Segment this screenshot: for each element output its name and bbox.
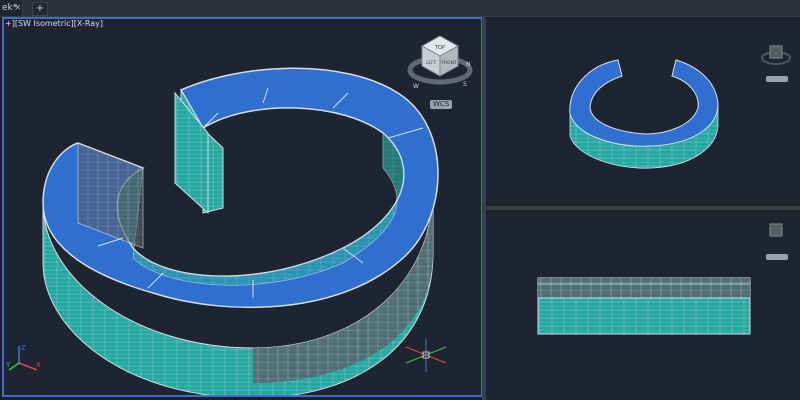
- viewcube-mini[interactable]: [761, 45, 791, 65]
- close-icon[interactable]: ×: [14, 0, 22, 16]
- compass-south[interactable]: S: [463, 81, 467, 88]
- viewcube-top-face[interactable]: TOP: [434, 45, 445, 51]
- ucs-menu-button-top[interactable]: [766, 76, 788, 82]
- model-canvas-main: TOP LEFT FRONT N W S Z X Y: [5, 35, 473, 396]
- viewcube-front-face[interactable]: FRONT: [441, 60, 457, 66]
- compass-west[interactable]: W: [413, 83, 419, 90]
- model-canvas-top: [569, 45, 791, 169]
- viewcube-left-face[interactable]: LEFT: [426, 60, 437, 66]
- axis-x-label: X: [36, 361, 41, 369]
- ucs-menu-button[interactable]: WCS: [430, 100, 453, 109]
- compass-north[interactable]: N: [466, 61, 471, 68]
- ucs-icon: Z X Y: [5, 344, 41, 371]
- viewcube[interactable]: TOP LEFT FRONT N W S: [407, 35, 473, 90]
- viewport-top[interactable]: [486, 18, 800, 206]
- ucs-menu-button-front[interactable]: [766, 254, 788, 260]
- model-canvas-front: [537, 223, 783, 335]
- document-tab[interactable]: ek* ×: [0, 0, 23, 16]
- axis-y-label: Y: [5, 361, 11, 369]
- viewcube-mini-front[interactable]: [769, 223, 783, 237]
- viewport-front[interactable]: [486, 210, 800, 400]
- new-tab-button[interactable]: +: [32, 2, 48, 16]
- viewport-label[interactable]: +][SW Isometric][X-Ray]: [5, 19, 103, 28]
- viewport-sw-isometric[interactable]: TOP LEFT FRONT N W S Z X Y +][SW Isometr: [2, 17, 483, 397]
- document-tab-bar: ek* × +: [0, 0, 800, 17]
- axis-z-label: Z: [21, 344, 26, 352]
- crosshair-cursor: [405, 338, 447, 372]
